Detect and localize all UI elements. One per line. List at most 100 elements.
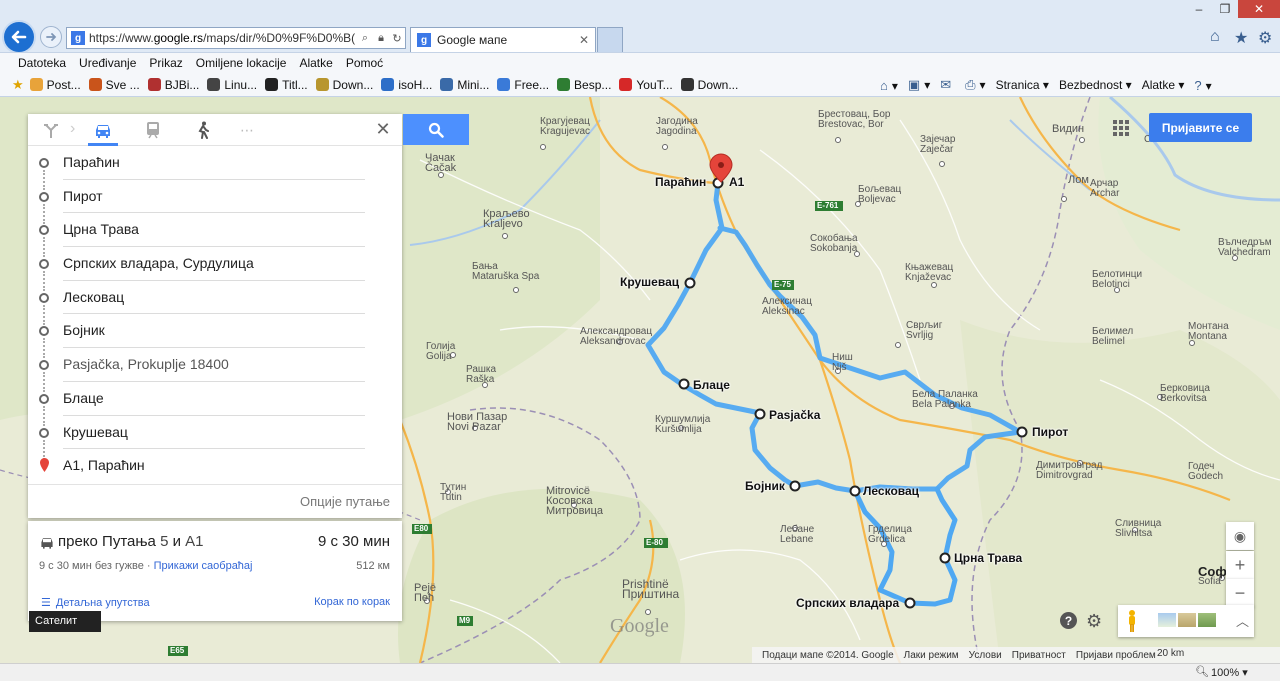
- search-button[interactable]: [403, 114, 469, 145]
- search-icon[interactable]: ⌕: [357, 32, 373, 45]
- favorites-star-icon[interactable]: ★: [12, 77, 24, 93]
- address-url[interactable]: https://www.google.rs/maps/dir/%D0%9F%D0…: [89, 31, 357, 45]
- waypoint-input[interactable]: Pasjačka, Prokuplje 18400: [63, 348, 365, 382]
- mode-more-icon[interactable]: ⋯: [232, 118, 262, 142]
- route-options-link[interactable]: Опције путање: [28, 484, 402, 518]
- waypoint-label-blace[interactable]: Блаце: [693, 378, 730, 392]
- chevron-up-icon[interactable]: ︿: [1236, 611, 1249, 630]
- back-button[interactable]: [2, 20, 36, 54]
- zoom-in-button[interactable]: +: [1226, 551, 1254, 579]
- favorites-star-icon[interactable]: ★: [1234, 28, 1248, 48]
- waypoint-input[interactable]: Пирот: [63, 180, 365, 214]
- waypoint-row[interactable]: Бојник: [28, 314, 402, 359]
- menu-file[interactable]: Datoteka: [18, 56, 66, 70]
- help-command[interactable]: ? ▾: [1194, 78, 1211, 93]
- refresh-icon[interactable]: ↻: [389, 32, 405, 45]
- waypoint-row[interactable]: Српских владара, Сурдулица: [28, 247, 402, 292]
- waypoint-label-bojnik[interactable]: Бојник: [745, 479, 785, 493]
- apps-grid-icon[interactable]: [1113, 120, 1129, 136]
- waypoint-input[interactable]: Лесковац: [63, 281, 365, 315]
- window-close-button[interactable]: ✕: [1238, 0, 1280, 18]
- favorite-item[interactable]: BJBi...: [147, 78, 199, 92]
- favorite-item[interactable]: Down...: [680, 78, 738, 92]
- tools-command[interactable]: Alatke ▾: [1142, 78, 1185, 92]
- waypoint-row[interactable]: A1, Параћин: [28, 449, 402, 483]
- zoom-out-button[interactable]: −: [1226, 579, 1254, 607]
- favorite-item[interactable]: Sve ...: [88, 78, 140, 92]
- page-command[interactable]: Stranica ▾: [996, 78, 1049, 92]
- mode-driving[interactable]: [88, 118, 118, 146]
- favorite-item[interactable]: Titl...: [265, 78, 308, 92]
- help-icon[interactable]: ?: [1060, 612, 1077, 629]
- sign-in-button[interactable]: Пријавите се: [1149, 113, 1252, 142]
- report-problem-link[interactable]: Пријави проблем: [1076, 650, 1156, 661]
- favorite-item[interactable]: Post...: [29, 78, 81, 92]
- mode-best-route[interactable]: [36, 118, 66, 142]
- menu-help[interactable]: Pomoć: [346, 56, 383, 70]
- menu-edit[interactable]: Uređivanje: [79, 56, 136, 70]
- layer-thumbnail-terrain[interactable]: [1158, 613, 1176, 627]
- waypoint-input[interactable]: Крушевац: [63, 416, 365, 450]
- waypoint-label-krushevac[interactable]: Крушевац: [620, 275, 679, 289]
- favorite-item[interactable]: Down...: [315, 78, 373, 92]
- favorite-item[interactable]: Besp...: [557, 78, 611, 92]
- waypoint-label-a1[interactable]: A1: [729, 175, 744, 189]
- pegman-icon[interactable]: [1127, 610, 1137, 632]
- mode-walking[interactable]: [188, 118, 218, 142]
- home-icon[interactable]: ⌂: [1210, 28, 1220, 46]
- menu-tools[interactable]: Alatke: [299, 56, 332, 70]
- address-bar[interactable]: g https://www.google.rs/maps/dir/%D0%9F%…: [66, 27, 406, 49]
- my-location-button[interactable]: ◉: [1226, 522, 1254, 550]
- waypoint-label-leskovac[interactable]: Лесковац: [863, 484, 919, 498]
- waypoint-input[interactable]: Параћин: [63, 146, 365, 180]
- favorite-item[interactable]: Free...: [497, 78, 549, 92]
- print-command[interactable]: ⎙ ▾: [965, 77, 985, 93]
- waypoint-label-pasjacka[interactable]: Pasjačka: [769, 408, 820, 422]
- mail-command[interactable]: ✉: [940, 77, 955, 93]
- waypoint-label-srpskih-vladara[interactable]: Српских владара: [796, 596, 899, 610]
- waypoint-label-pirot[interactable]: Пирот: [1032, 425, 1068, 439]
- maximize-button[interactable]: ❐: [1212, 0, 1238, 18]
- waypoint-input[interactable]: Црна Трава: [63, 213, 365, 248]
- layer-thumbnail-photo[interactable]: [1178, 613, 1196, 627]
- layers-bar[interactable]: ︿: [1118, 605, 1254, 637]
- waypoint-input[interactable]: Српских владара, Сурдулица: [63, 247, 365, 281]
- close-icon[interactable]: ✕: [374, 120, 392, 138]
- privacy-link[interactable]: Приватност: [1012, 650, 1066, 661]
- mode-transit[interactable]: [138, 118, 168, 142]
- safety-command[interactable]: Bezbednost ▾: [1059, 78, 1132, 92]
- waypoint-input[interactable]: Блаце: [63, 382, 365, 416]
- show-traffic-link[interactable]: Прикажи саобраћај: [154, 560, 253, 572]
- browser-tab[interactable]: g Google мапе ✕: [410, 27, 596, 52]
- home-command[interactable]: ⌂ ▾: [880, 78, 898, 93]
- feeds-command[interactable]: ▣ ▾: [908, 77, 930, 93]
- favorite-item[interactable]: isoH...: [381, 78, 432, 92]
- zoom-magnifier-icon[interactable]: 🔍︎: [1195, 665, 1209, 678]
- waypoint-label-crna-trava[interactable]: Црна Трава: [954, 551, 1022, 565]
- lock-icon[interactable]: 🔒︎: [373, 32, 389, 45]
- waypoint-input[interactable]: Бојник: [63, 314, 365, 349]
- waypoint-row[interactable]: Pasjačka, Prokuplje 18400: [28, 348, 402, 393]
- new-tab-button[interactable]: [597, 27, 623, 52]
- settings-gear-icon[interactable]: ⚙: [1086, 611, 1102, 632]
- detailed-directions-link[interactable]: ☰ Детаљна упутства: [41, 596, 150, 610]
- waypoint-row[interactable]: Блаце: [28, 382, 402, 426]
- step-by-step-link[interactable]: Корак по корак: [314, 596, 390, 608]
- lite-mode-link[interactable]: Лаки режим: [904, 650, 959, 661]
- waypoint-row[interactable]: Пирот: [28, 180, 402, 224]
- minimize-button[interactable]: –: [1186, 0, 1212, 18]
- waypoint-input[interactable]: A1, Параћин: [63, 449, 365, 483]
- menu-favorites[interactable]: Omiljene lokacije: [196, 56, 287, 70]
- zoom-level[interactable]: 100% ▾: [1211, 666, 1248, 679]
- route-summary-card[interactable]: преко Путања 5 и A1 9 с 30 мин 9 с 30 ми…: [28, 521, 402, 621]
- forward-button[interactable]: [40, 26, 62, 48]
- waypoint-row[interactable]: Црна Трава: [28, 213, 402, 258]
- favorite-item[interactable]: Mini...: [440, 78, 489, 92]
- terms-link[interactable]: Услови: [969, 650, 1002, 661]
- favorite-item[interactable]: Linu...: [207, 78, 257, 92]
- waypoint-row[interactable]: Параћин: [28, 146, 402, 190]
- tab-close-icon[interactable]: ✕: [579, 33, 589, 47]
- waypoint-row[interactable]: Лесковац: [28, 281, 402, 325]
- waypoint-row[interactable]: Крушевац: [28, 416, 402, 460]
- layer-thumbnail-earth[interactable]: [1198, 613, 1216, 627]
